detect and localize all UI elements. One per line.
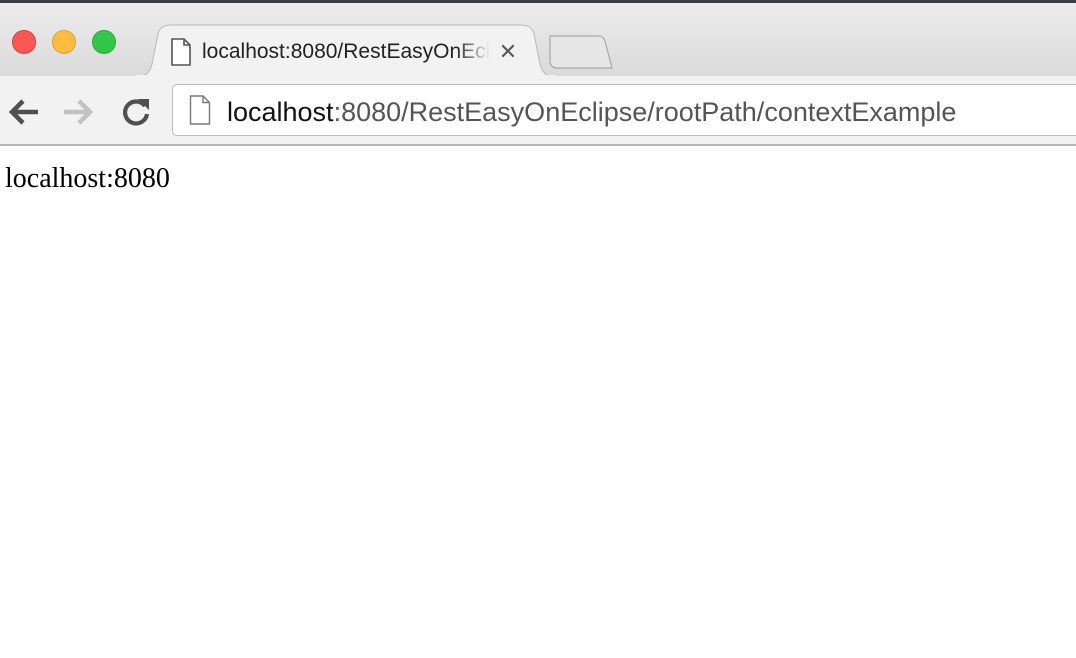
window-maximize-button[interactable]: [92, 30, 116, 54]
reload-icon[interactable]: [118, 94, 154, 130]
window-close-button[interactable]: [12, 30, 36, 54]
url-path: :8080/RestEasyOnEclipse/rootPath/context…: [333, 97, 957, 127]
tab-content[interactable]: localhost:8080/RestEasyOnEclipse/rootPat…: [170, 35, 530, 69]
url-host: localhost: [227, 97, 334, 127]
page-icon: [171, 38, 191, 66]
page-content: localhost:8080: [0, 146, 1076, 658]
url-text[interactable]: localhost:8080/RestEasyOnEclipse/rootPat…: [227, 97, 956, 127]
address-bar[interactable]: localhost:8080/RestEasyOnEclipse/rootPat…: [172, 84, 1076, 136]
tab-title: localhost:8080/RestEasyOnEclipse/rootPat…: [202, 40, 490, 63]
page-body-text: localhost:8080: [5, 163, 170, 194]
new-tab-icon[interactable]: [546, 34, 616, 70]
back-arrow-icon[interactable]: [6, 94, 42, 130]
window-minimize-button[interactable]: [52, 30, 76, 54]
page-icon: [189, 95, 211, 125]
browser-window: localhost:8080/RestEasyOnEclipse/rootPat…: [0, 0, 1076, 658]
tab-close-icon[interactable]: ✕: [496, 40, 520, 64]
forward-arrow-icon[interactable]: [60, 94, 96, 130]
